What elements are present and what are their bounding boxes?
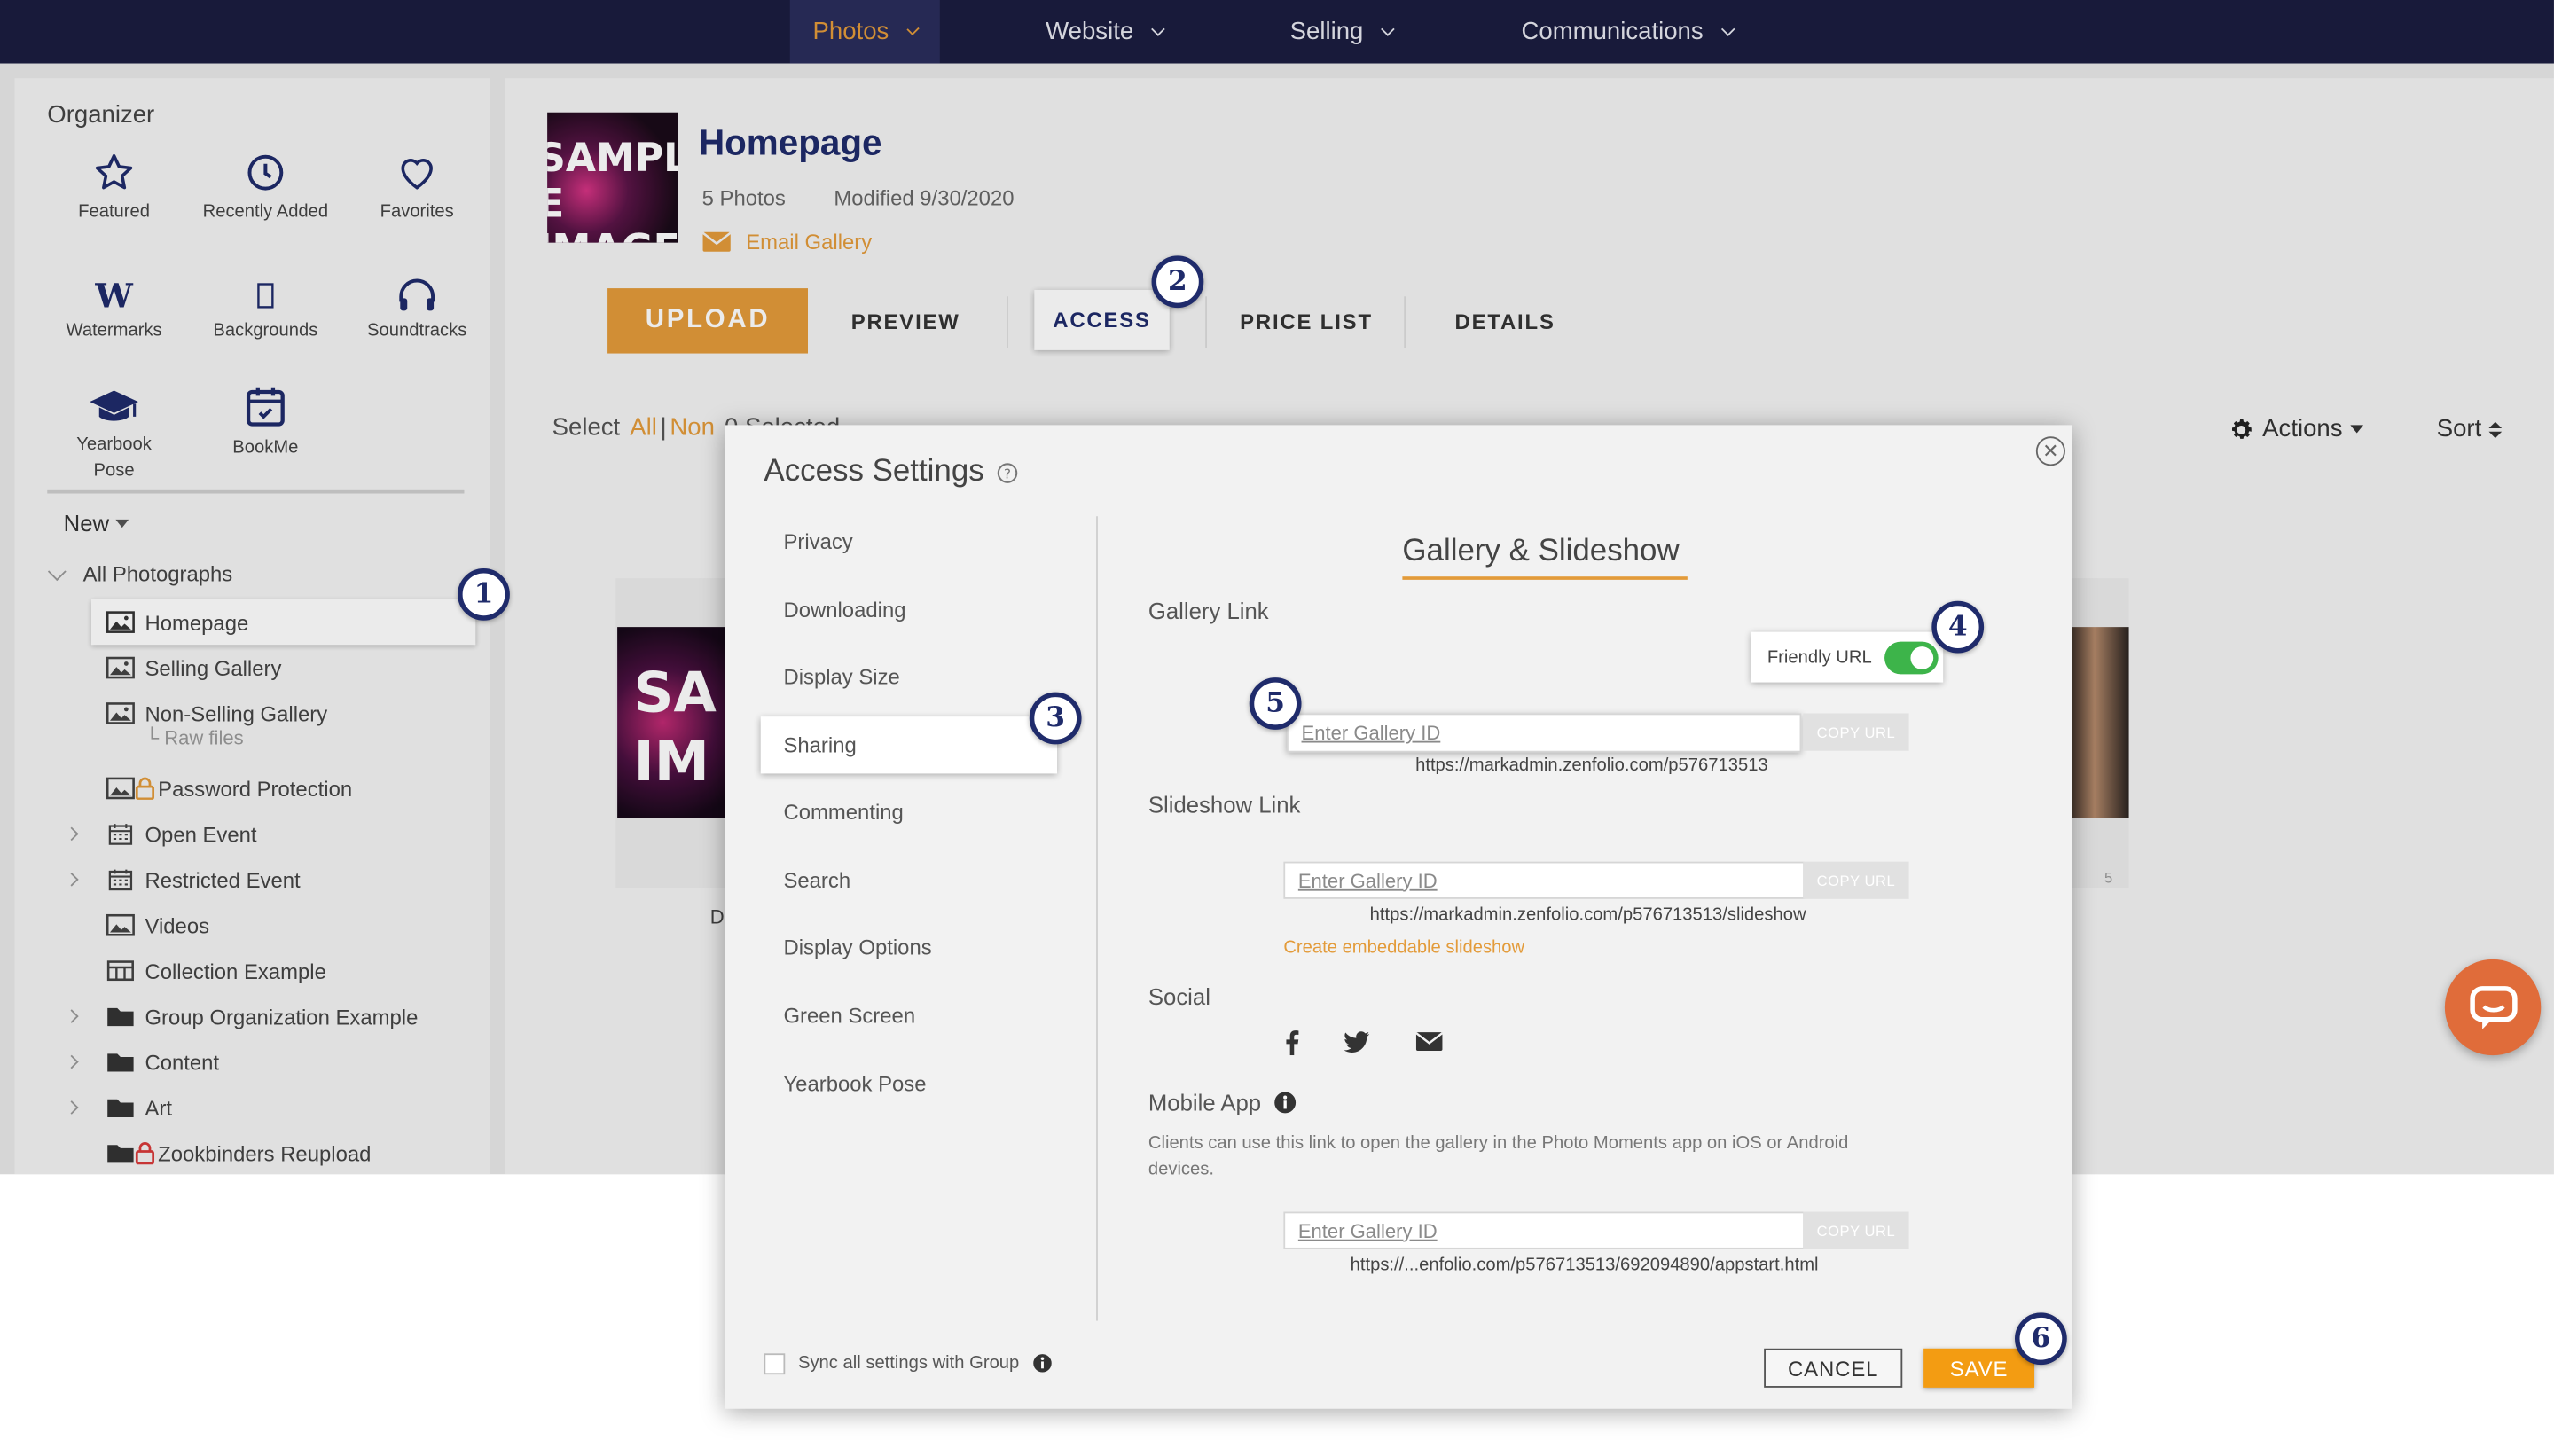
chat-support-button[interactable] (2444, 959, 2542, 1056)
menu-display-size[interactable]: Display Size (783, 664, 899, 689)
slideshow-url: https://markadmin.zenfolio.com/p57671351… (1369, 905, 1806, 926)
menu-search[interactable]: Search (783, 868, 850, 893)
copy-mobile-url-button[interactable]: COPY URL (1803, 1211, 1909, 1249)
mobile-app-label: Mobile App (1148, 1089, 1262, 1116)
step-badge-5: 5 (1249, 677, 1302, 730)
menu-sharing[interactable]: Sharing (783, 733, 856, 758)
friendly-url-label: Friendly URL (1767, 647, 1872, 668)
create-embeddable-slideshow-link[interactable]: Create embeddable slideshow (1283, 938, 1524, 958)
friendly-url-toggle-panel: Friendly URL (1751, 631, 1944, 683)
social-label: Social (1148, 983, 1210, 1010)
step-badge-2: 2 (1151, 255, 1204, 309)
step-badge-3: 3 (1029, 692, 1082, 745)
step-badge-4: 4 (1931, 600, 1985, 654)
friendly-url-toggle[interactable] (1884, 640, 1939, 674)
gallery-id-input[interactable]: Enter Gallery ID (1286, 713, 1802, 753)
sync-settings-row: Sync all settings with Group (798, 1353, 1052, 1373)
section-title-underline (1402, 576, 1688, 580)
cancel-button[interactable]: CANCEL (1764, 1348, 1903, 1388)
sync-settings-label: Sync all settings with Group (797, 1353, 1020, 1374)
menu-commenting[interactable]: Commenting (783, 800, 903, 825)
mobile-app-description: Clients can use this link to open the ga… (1148, 1133, 1849, 1179)
copy-gallery-url-button[interactable]: COPY URL (1803, 713, 1909, 751)
menu-privacy[interactable]: Privacy (783, 529, 852, 554)
sync-settings-checkbox[interactable] (764, 1353, 786, 1375)
chat-bubble-icon (2469, 985, 2517, 1029)
toggle-knob (1910, 646, 1934, 669)
info-icon[interactable] (1274, 1092, 1297, 1115)
modal-title: Access Settings ? (764, 454, 1018, 489)
menu-downloading[interactable]: Downloading (783, 598, 905, 622)
gallery-url: https://markadmin.zenfolio.com/p57671351… (1415, 755, 1768, 776)
copy-slideshow-url-button[interactable]: COPY URL (1803, 861, 1909, 899)
mobile-id-input[interactable]: Enter Gallery ID (1283, 1211, 1806, 1249)
step-badge-6: 6 (2014, 1312, 2067, 1366)
section-title: Gallery & Slideshow (1402, 534, 1680, 569)
menu-display-options[interactable]: Display Options (783, 935, 931, 959)
slideshow-link-label: Slideshow Link (1148, 791, 1301, 818)
menu-yearbook-pose[interactable]: Yearbook Pose (783, 1072, 926, 1097)
save-button[interactable]: SAVE (1923, 1348, 2035, 1388)
mobile-app-heading: Mobile App (1148, 1090, 1297, 1115)
menu-green-screen[interactable]: Green Screen (783, 1003, 915, 1028)
email-share-icon[interactable] (1415, 1031, 1444, 1053)
slideshow-id-input[interactable]: Enter Gallery ID (1283, 861, 1806, 899)
modal-divider (1096, 516, 1098, 1321)
help-icon[interactable]: ? (997, 462, 1018, 483)
svg-text:?: ? (1004, 466, 1011, 481)
facebook-icon[interactable] (1283, 1029, 1299, 1056)
modal-title-text: Access Settings (764, 454, 984, 489)
twitter-icon[interactable] (1344, 1031, 1370, 1054)
access-settings-modal: Access Settings ? ✕ Privacy Downloading … (725, 425, 2072, 1409)
info-icon[interactable] (1032, 1353, 1052, 1373)
mobile-app-url: https://...enfolio.com/p576713513/692094… (1350, 1256, 1819, 1276)
close-icon[interactable]: ✕ (2035, 436, 2065, 466)
gallery-link-label: Gallery Link (1148, 598, 1269, 624)
step-badge-1: 1 (458, 568, 510, 621)
